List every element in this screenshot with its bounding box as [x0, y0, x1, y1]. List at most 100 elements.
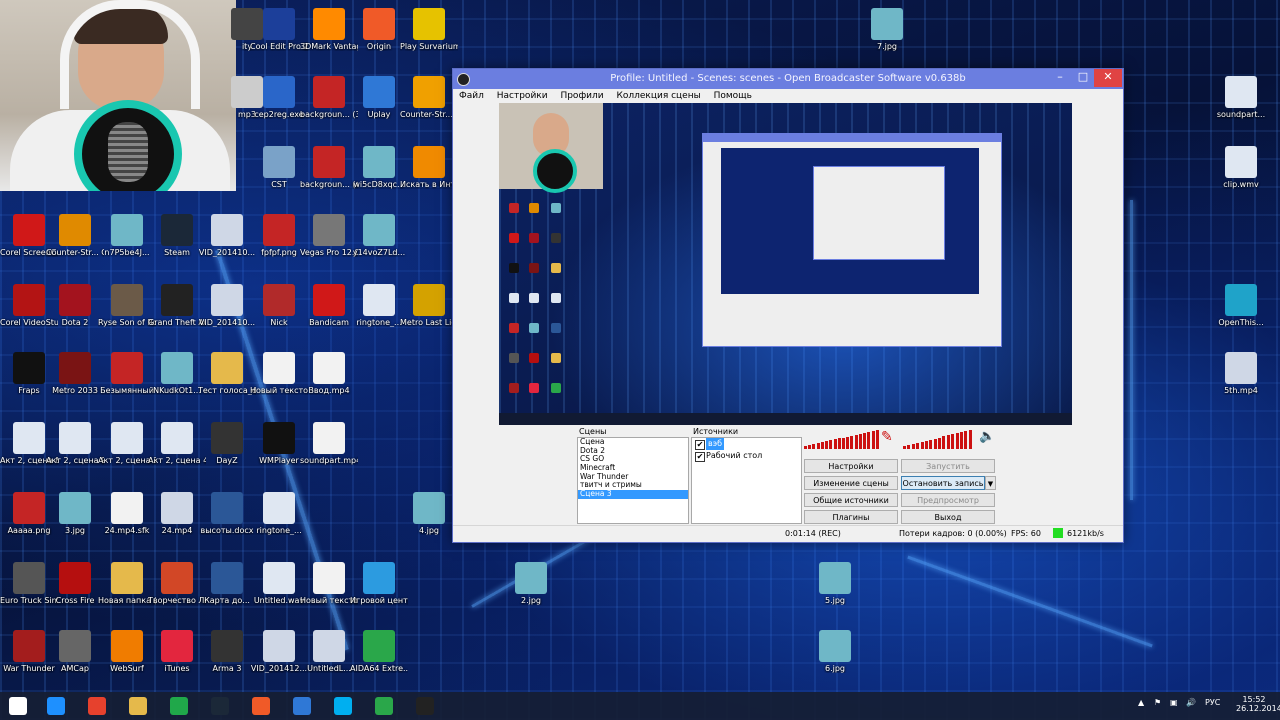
metro-2033-icon [59, 352, 91, 384]
scene-item[interactable]: Сцена 3 [578, 489, 688, 499]
desktop-icon[interactable]: 7.jpg [858, 8, 916, 51]
menu-file[interactable]: Файл [459, 89, 484, 103]
taskbar-button[interactable] [81, 694, 113, 718]
meter-bar [858, 433, 862, 449]
desktop-icon[interactable]: Карта до... [198, 562, 256, 605]
meter-bar [933, 438, 937, 449]
desktop-icon[interactable]: Игровой центр@Ма... [350, 562, 408, 605]
desktop-icon[interactable]: Metro 2033 [46, 352, 104, 395]
scenes-list[interactable]: Сцена Dota 2 CS GO Minecraft War Thunder твит… [577, 437, 689, 524]
meter-bar [920, 441, 924, 449]
source-checkbox[interactable]: ✔ [695, 440, 705, 450]
sources-list[interactable]: ✔ вэб ✔ Рабочий стол [691, 437, 802, 524]
desktop-icon[interactable]: Arma 3 [198, 630, 256, 673]
desktop-icon[interactable]: clip.wmv [1212, 146, 1270, 189]
desktop-icon[interactable]: 6.jpg [806, 630, 864, 673]
desktop-icon[interactable]: VID_201410... [198, 214, 256, 257]
taskbar-button[interactable] [40, 694, 72, 718]
tray-clock[interactable]: 15:52 26.12.2014 [1236, 695, 1280, 713]
mic-icon[interactable]: ✎ [881, 429, 893, 445]
taskbar-button[interactable] [245, 694, 277, 718]
maximize-icon[interactable]: □ [1073, 69, 1093, 87]
taskbar-button[interactable] [368, 694, 400, 718]
source-label: Рабочий стол [706, 451, 763, 460]
taskbar-button[interactable] [286, 694, 318, 718]
menu-settings[interactable]: Настройки [497, 89, 548, 103]
desktop-icon[interactable]: Искать в Интернете [400, 146, 458, 189]
meter-bar [946, 435, 950, 449]
desktop-icon[interactable]: Counter-Str... Global Offe... [46, 214, 104, 257]
desktop-icon[interactable]: Акт 2, сцена 9.mp3 [46, 422, 104, 465]
stop-recording-button[interactable]: Остановить запись [901, 476, 985, 490]
settings-button[interactable]: Настройки [804, 459, 898, 473]
text-file-icon [313, 562, 345, 594]
taskbar-button[interactable] [409, 694, 441, 718]
taskbar-button[interactable] [204, 694, 236, 718]
speaker-icon[interactable]: 🔈 [979, 429, 995, 444]
recording-dropdown-arrow-icon[interactable]: ▼ [985, 476, 996, 490]
start-icon [9, 697, 27, 715]
taskbar-button[interactable] [327, 694, 359, 718]
source-checkbox[interactable]: ✔ [695, 452, 705, 462]
desktop-icon[interactable]: Тест голоса_data [198, 352, 256, 395]
desktop-icon-label: 6.jpg [824, 664, 845, 673]
image-icon [111, 352, 143, 384]
preview-button[interactable]: Предпросмотр [901, 493, 995, 507]
desktop-icon[interactable]: Ввод.mp4 [300, 352, 358, 395]
mp3-icon [363, 284, 395, 316]
desktop-icon[interactable]: DayZ [198, 422, 256, 465]
menu-profiles[interactable]: Профили [560, 89, 603, 103]
desktop-icon[interactable]: 3.jpg [46, 492, 104, 535]
obs-menubar: Файл Настройки Профили Коллекция сцены П… [453, 89, 1123, 103]
desktop-volume-meter[interactable] [903, 429, 978, 449]
start-stream-button[interactable]: Запустить трансляцию [901, 459, 995, 485]
taskbar-button[interactable] [2, 694, 34, 718]
desktop-icon[interactable]: VID_201410... [198, 284, 256, 327]
mp3-icon [263, 492, 295, 524]
desktop-icon[interactable]: 5.jpg [806, 562, 864, 605]
plugins-button[interactable]: Плагины [804, 510, 898, 524]
tray-flag-icon[interactable]: ⚑ [1154, 698, 1161, 707]
desktop-icon[interactable]: Counter-Str... Source [400, 76, 458, 119]
menu-help[interactable]: Помощь [714, 89, 752, 103]
dota2-icon [59, 284, 91, 316]
desktop-icon[interactable]: AIDA64 Extre... [350, 630, 408, 673]
global-sources-button[interactable]: Общие источники [804, 493, 898, 507]
metro-ll-icon [413, 284, 445, 316]
desktop-icon[interactable]: 5th.mp4 [1212, 352, 1270, 395]
tray-volume-icon[interactable]: 🔊 [1186, 698, 1196, 707]
tray-overflow-icon[interactable]: ▲ [1138, 698, 1144, 707]
taskbar-button[interactable] [163, 694, 195, 718]
obs-window[interactable]: Profile: Untitled - Scenes: scenes - Ope… [452, 68, 1124, 543]
desktop-icon[interactable]: Metro Last Light [400, 284, 458, 327]
source-item[interactable]: ✔ вэб [692, 438, 801, 450]
desktop-icon-label: Искать в Интернете [400, 180, 458, 189]
desktop-icon[interactable]: 2.jpg [502, 562, 560, 605]
desktop-icon[interactable]: высоты.docx [198, 492, 256, 535]
desktop-icon[interactable]: ringtone_... [250, 492, 308, 535]
desktop-icon[interactable]: soundpart... [1212, 76, 1270, 119]
desktop-icon[interactable]: Dota 2 [46, 284, 104, 327]
desktop-icon[interactable]: Cross Fire [46, 562, 104, 605]
video-icon [211, 214, 243, 246]
minimize-icon[interactable]: – [1049, 69, 1071, 87]
desktop-icon[interactable]: Play Survarium [400, 8, 458, 51]
desktop-icon[interactable]: soundpart.mp4 [300, 422, 358, 465]
obs-titlebar[interactable]: Profile: Untitled - Scenes: scenes - Ope… [453, 69, 1123, 89]
exit-button[interactable]: Выход [901, 510, 995, 524]
tray-language[interactable]: РУС [1205, 698, 1220, 707]
desktop-icon[interactable]: AMCap [46, 630, 104, 673]
exe-icon [263, 76, 295, 108]
meter-bar [808, 445, 812, 449]
meter-bar [875, 429, 879, 449]
close-icon[interactable]: ✕ [1094, 69, 1122, 87]
desktop-icon[interactable]: y14voZ7Ld... [350, 214, 408, 257]
desktop-icon[interactable]: OpenThis... [1212, 284, 1270, 327]
edit-scene-button[interactable]: Изменение сцены [804, 476, 898, 490]
mic-volume-meter[interactable] [804, 429, 884, 449]
menu-scene-collection[interactable]: Коллекция сцены [616, 89, 700, 103]
taskbar-button[interactable] [122, 694, 154, 718]
source-item[interactable]: ✔ Рабочий стол [692, 450, 801, 462]
desktop-icon[interactable]: 4.jpg [400, 492, 458, 535]
tray-network-icon[interactable]: ▣ [1170, 698, 1178, 707]
